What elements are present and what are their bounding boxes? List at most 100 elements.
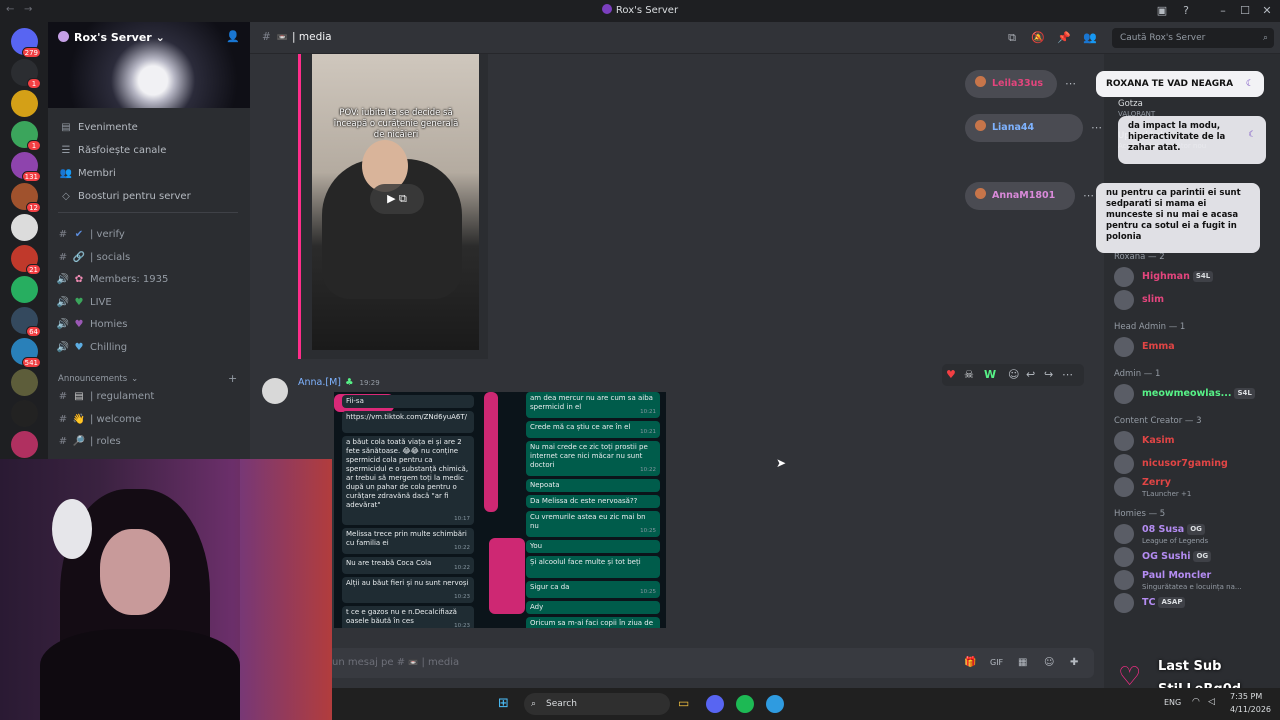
discord-taskbar-icon[interactable] [706,695,724,713]
member-avatar [1114,547,1134,567]
unread-badge: 1 [27,140,41,151]
server-name-button[interactable]: Rox's Server ⌄ [58,31,165,44]
member-item[interactable]: 08 Susa OG League of Legends [1112,523,1278,545]
help-icon[interactable]: ? [1179,4,1193,18]
channel-item[interactable]: # 🔗 | socials [56,248,242,268]
member-item[interactable]: nicusor7gaming [1112,453,1278,475]
hash-icon: # [58,229,68,240]
emoji-icon[interactable]: ☺ [1044,648,1054,678]
mute-bell-icon[interactable]: 🔕 [1031,31,1045,45]
apps-icon[interactable]: ✚ [1070,648,1078,678]
pin-icon[interactable]: 📌 [1057,31,1071,45]
member-item[interactable]: slim [1112,289,1278,311]
server-icon[interactable] [11,369,38,396]
server-icon[interactable]: 21 [11,245,41,275]
member-avatar [1114,593,1134,613]
server-icon[interactable] [11,90,38,117]
sidebar-nav-item[interactable]: ☰ Răsfoiește canale [58,141,244,161]
skull-reaction-icon[interactable]: ☠ [964,364,974,386]
close-icon[interactable]: ✕ [1260,4,1274,18]
channel-item[interactable]: 🔊 ♥ LIVE [56,293,242,313]
channel-emoji-icon: ♥ [74,342,84,353]
title-bar: ← → Rox's Server ▣ ? – ☐ ✕ [0,0,1280,22]
member-item[interactable]: Zerry TLauncher +1 [1112,476,1278,498]
video-embed[interactable]: POV: iubita ta se decide să înceapă o cu… [298,54,488,359]
channel-label: | socials [90,251,131,263]
windows-start-icon[interactable]: ⊞ [498,696,514,712]
language-indicator[interactable]: ENG [1164,698,1181,707]
member-tag: OG [1193,551,1212,562]
message-author[interactable]: Anna.[M] ♣ 19:29 [298,377,380,388]
server-icon[interactable]: 1 [11,59,41,89]
inbox-icon[interactable]: ▣ [1155,4,1169,18]
volume-icon[interactable]: ◁ [1208,697,1215,707]
clock-date[interactable]: 4/11/2026 [1230,705,1271,714]
forward-icon[interactable]: ↪ [1044,364,1053,386]
server-icon[interactable]: 541 [11,338,41,368]
channel-item[interactable]: # 🔎 | roles [56,432,242,452]
server-icon[interactable] [11,276,38,303]
channel-item[interactable]: 🔊 ✿ Members: 1935 [56,270,242,290]
file-explorer-icon[interactable]: ▭ [678,696,689,710]
channel-item[interactable]: # 👋 | welcome [56,410,242,430]
member-item[interactable]: OG Sushi OG [1112,546,1278,568]
edge-icon[interactable] [766,695,784,713]
chat-bubble: t ce e gazos nu e n.Decalcifiază oasele … [342,606,474,628]
clock-time[interactable]: 7:35 PM [1230,692,1262,701]
member-name: Paul Moncler [1142,570,1212,581]
server-icon[interactable]: 279 [11,28,41,58]
nav-label: Boosturi pentru server [78,191,191,202]
add-channel-icon[interactable]: + [228,372,237,385]
more-icon[interactable]: ⋯ [1083,189,1094,202]
w-reaction[interactable]: W [984,364,996,386]
member-item[interactable]: Emma [1112,336,1278,358]
add-reaction-icon[interactable]: ☺ [1008,364,1019,386]
channel-item[interactable]: # ✔ | verify [56,225,242,245]
spotify-icon[interactable] [736,695,754,713]
server-icon[interactable]: 64 [11,307,41,337]
more-icon[interactable]: ⋯ [1091,121,1102,134]
gif-icon[interactable]: GIF [990,648,1003,678]
sidebar-nav-item[interactable]: ◇ Boosturi pentru server [58,187,244,207]
server-icon[interactable]: 12 [11,183,41,213]
server-icon[interactable]: 131 [11,152,41,182]
minimize-icon[interactable]: – [1216,4,1230,18]
search-input[interactable]: Caută Rox's Server ⌕ [1112,28,1274,48]
maximize-icon[interactable]: ☐ [1238,4,1252,18]
hash-icon: # [58,251,68,263]
category-announcements[interactable]: Announcements ⌄ [58,374,138,384]
more-icon[interactable]: ⋯ [1062,364,1073,386]
member-list-icon[interactable]: 👥 [1083,31,1097,45]
server-icon[interactable] [11,431,38,458]
more-icon[interactable]: ⋯ [1065,77,1076,90]
gift-icon[interactable]: 🎁 [964,648,976,678]
author-avatar[interactable] [262,378,288,404]
member-name: Zerry [1142,477,1171,488]
member-item[interactable]: Paul Moncler Singurătatea e locuința na..… [1112,569,1278,591]
play-button[interactable]: ▶ ⧉ [370,184,424,214]
server-icon[interactable] [11,400,38,427]
server-icon[interactable]: 1 [11,121,41,151]
sidebar-nav-item[interactable]: 👥 Membri [58,164,244,184]
member-avatar [1114,267,1134,287]
channel-item[interactable]: 🔊 ♥ Chilling [56,338,242,358]
invite-icon[interactable]: 👤 [226,30,240,43]
message-input[interactable]: un mesaj pe # 📼 | media 🎁 GIF ▦ ☺ ✚ [328,648,1094,678]
member-item[interactable]: Highman S4L [1112,266,1278,288]
threads-icon[interactable]: ⧉ [1005,31,1019,45]
member-avatar [1114,454,1134,474]
chat-screenshot-image[interactable]: Fii-sa https://vm.tiktok.com/ZNd6yuA6T/a … [334,392,666,628]
channel-item[interactable]: # ▤ | regulament [56,387,242,407]
sticker-icon[interactable]: ▦ [1018,648,1027,678]
member-item[interactable]: TC ASAP [1112,592,1278,614]
member-item[interactable]: meowmeowlas... S4L [1112,383,1278,405]
taskbar-search-input[interactable]: ⌕ Search [524,693,670,715]
member-item[interactable]: Kasim [1112,430,1278,452]
channel-item[interactable]: 🔊 ♥ Homies [56,315,242,335]
pill-name: AnnaM1801 [992,190,1056,201]
wifi-icon[interactable]: ◠ [1192,697,1200,707]
sidebar-nav-item[interactable]: ▤ Evenimente [58,118,244,138]
reply-icon[interactable]: ↩ [1026,364,1035,386]
server-icon[interactable] [11,214,38,241]
heart-reaction-icon[interactable]: ♥ [946,364,956,386]
